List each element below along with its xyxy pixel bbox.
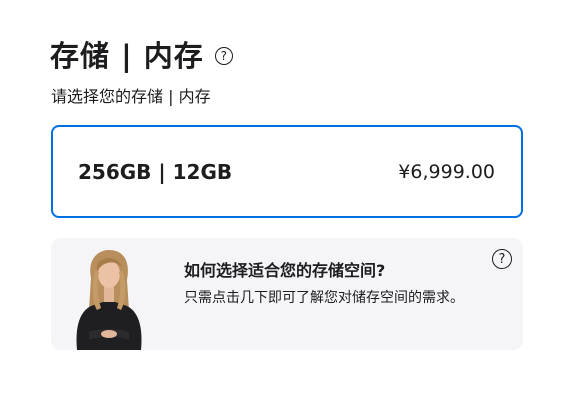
section-header: 存储 | 内存 ? — [50, 36, 233, 76]
section-title: 存储 | 内存 — [50, 39, 204, 73]
section-subtitle: 请选择您的存储 | 内存 — [51, 87, 211, 106]
option-price: ¥6,999.00 — [398, 160, 495, 183]
question-circle-icon[interactable]: ? — [214, 47, 233, 65]
option-label: 256GB | 12GB — [78, 159, 233, 184]
help-card-title: 如何选择适合您的存储空间? — [184, 261, 386, 280]
storage-option-256gb-12gb[interactable]: 256GB | 12GB ¥6,999.00 — [51, 125, 523, 218]
storage-memory-selector: 存储 | 内存 ? 请选择您的存储 | 内存 256GB | 12GB ¥6,9… — [0, 0, 570, 417]
presenter-image — [76, 250, 142, 350]
storage-help-card[interactable]: 如何选择适合您的存储空间? 只需点击几下即可了解您对储存空间的需求。 ? — [51, 238, 523, 350]
question-circle-icon[interactable]: ? — [492, 249, 512, 269]
help-card-text: 只需点击几下即可了解您对储存空间的需求。 — [184, 290, 464, 306]
